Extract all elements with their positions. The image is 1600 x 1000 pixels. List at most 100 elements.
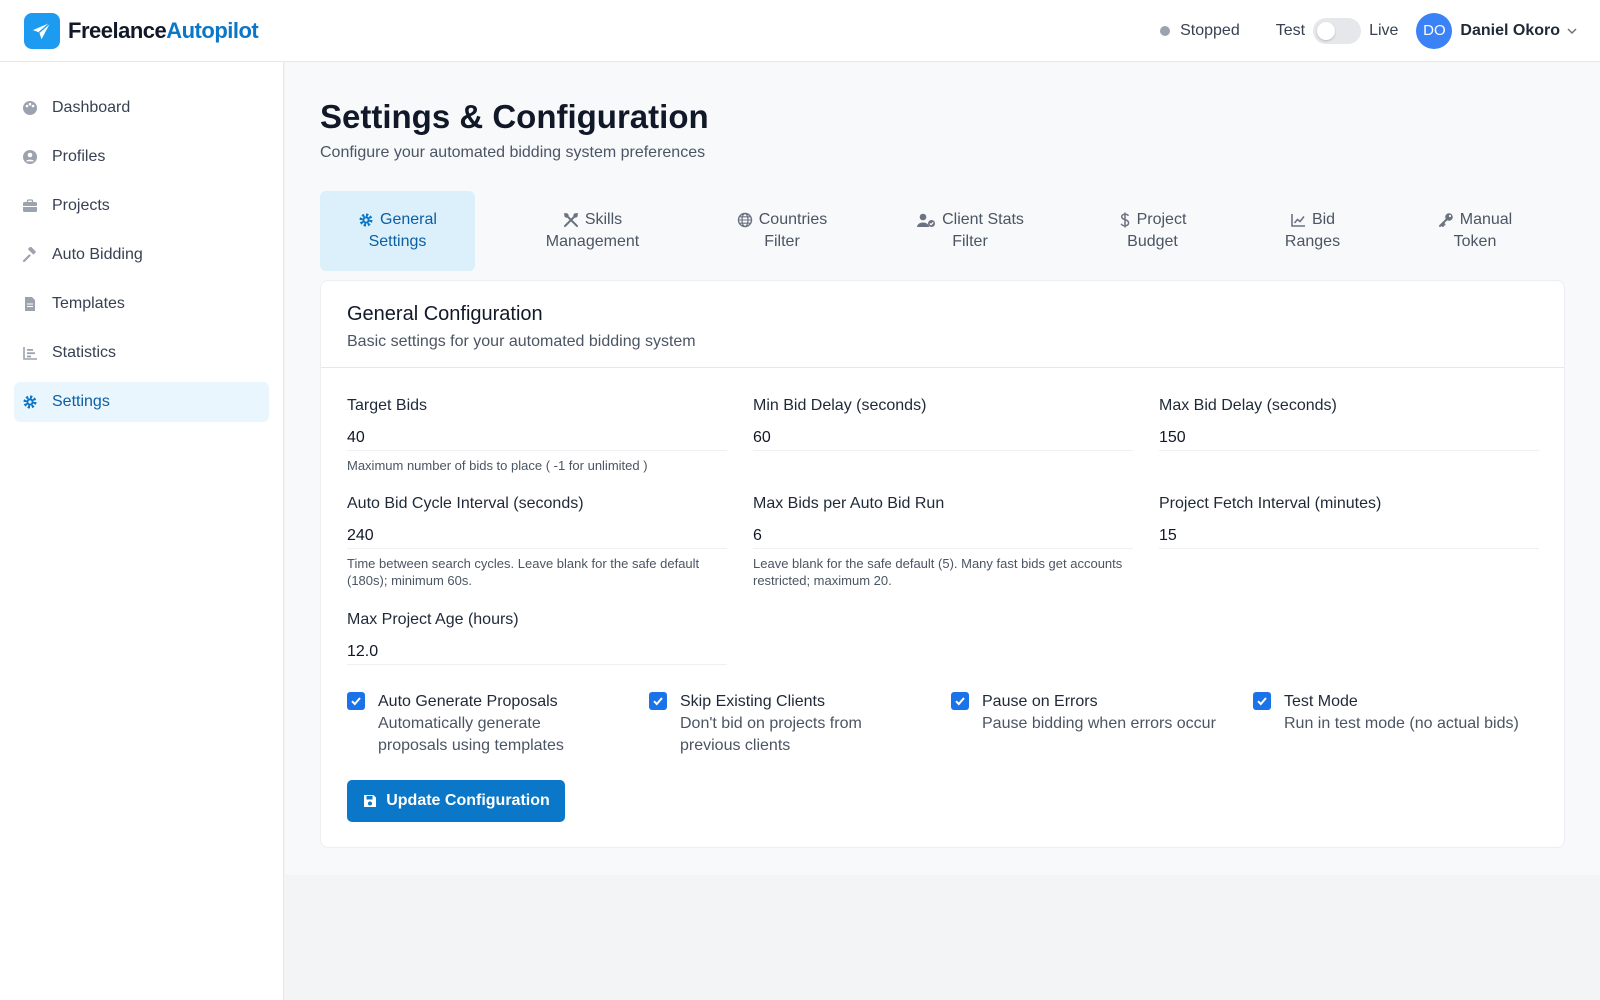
update-button-label: Update Configuration <box>386 792 550 809</box>
target-bids-field: Target Bids Maximum number of bids to pl… <box>347 397 727 474</box>
sidebar-item-label: Dashboard <box>52 99 131 116</box>
brand-name-part2: Autopilot <box>166 17 259 43</box>
tab-label-line2: Budget <box>1127 233 1178 250</box>
max-bid-delay-field: Max Bid Delay (seconds) <box>1159 397 1539 451</box>
project-fetch-interval-field: Project Fetch Interval (minutes) <box>1159 495 1539 549</box>
user-name[interactable]: Daniel Okoro <box>1460 22 1560 40</box>
brand-name: FreelanceAutopilot <box>68 17 259 44</box>
field-help: Maximum number of bids to place ( -1 for… <box>347 458 648 473</box>
min-bid-delay-field: Min Bid Delay (seconds) <box>753 397 1133 451</box>
toggle-knob <box>1317 21 1336 40</box>
tab-label-line1: Client Stats <box>942 211 1024 228</box>
tab-bid-ranges[interactable]: Bid Ranges <box>1260 191 1365 271</box>
paper-plane-icon <box>24 12 60 49</box>
file-icon <box>22 296 38 312</box>
gavel-icon <box>22 247 38 263</box>
project-fetch-interval-input[interactable] <box>1159 521 1539 549</box>
field-label: Target Bids <box>347 397 428 414</box>
tools-icon <box>563 212 579 228</box>
min-bid-delay-input[interactable] <box>753 423 1133 451</box>
check-text: Pause on Errors Pause bidding when error… <box>982 691 1216 735</box>
sidebar-item-label: Profiles <box>52 148 106 165</box>
check-title: Pause on Errors <box>982 693 1098 710</box>
page-subtitle: Configure your automated bidding system … <box>320 144 706 161</box>
tab-label-line1: Countries <box>758 211 828 228</box>
max-project-age-input[interactable] <box>347 637 727 665</box>
sidebar-item-settings[interactable]: Settings <box>14 382 269 422</box>
auto-generate-proposals-check[interactable]: Auto Generate Proposals Automatically ge… <box>347 691 607 757</box>
auto-bid-cycle-field: Auto Bid Cycle Interval (seconds) Time b… <box>347 495 727 589</box>
mode-toggle[interactable] <box>1313 17 1362 44</box>
palette-icon <box>22 100 38 116</box>
tab-countries-filter[interactable]: Countries Filter <box>717 191 847 271</box>
dollar-icon <box>1119 212 1131 228</box>
field-label: Min Bid Delay (seconds) <box>753 397 927 414</box>
check-desc: Pause bidding when errors occur <box>982 715 1216 732</box>
sidebar-item-dashboard[interactable]: Dashboard <box>14 88 269 128</box>
sidebar-item-templates[interactable]: Templates <box>14 284 269 324</box>
tab-skills-management[interactable]: Skills Management <box>520 191 665 271</box>
tab-label-line1: Skills <box>584 211 623 228</box>
sidebar-item-profiles[interactable]: Profiles <box>14 137 269 177</box>
tab-label-line2: Filter <box>764 233 800 250</box>
check-text: Skip Existing Clients Don't bid on proje… <box>680 691 919 757</box>
test-mode-check[interactable]: Test Mode Run in test mode (no actual bi… <box>1253 691 1553 735</box>
skip-existing-clients-check[interactable]: Skip Existing Clients Don't bid on proje… <box>649 691 919 757</box>
bar-chart-icon <box>22 345 38 361</box>
update-configuration-button[interactable]: Update Configuration <box>347 780 565 822</box>
field-help: Leave blank for the safe default (5). Ma… <box>753 556 1123 588</box>
tab-project-budget[interactable]: Project Budget <box>1095 191 1210 271</box>
mode-live-label: Live <box>1369 21 1399 39</box>
tab-label-line2: Settings <box>368 233 427 250</box>
checkbox[interactable] <box>347 692 365 710</box>
tab-label-line1: General <box>380 211 437 228</box>
field-label: Max Bids per Auto Bid Run <box>753 495 945 512</box>
tab-label-line2: Filter <box>952 233 988 250</box>
checkbox[interactable] <box>649 692 667 710</box>
max-bid-delay-input[interactable] <box>1159 423 1539 451</box>
gear-icon <box>22 394 38 410</box>
tab-general-settings[interactable]: General Settings <box>320 191 475 271</box>
tab-manual-token[interactable]: Manual Token <box>1420 191 1530 271</box>
mode-test-label: Test <box>1275 21 1306 39</box>
main-content: Settings & Configuration Configure your … <box>285 62 1600 875</box>
check-title: Test Mode <box>1284 693 1358 710</box>
checkbox[interactable] <box>1253 692 1271 710</box>
check-desc: Automatically generate proposals using t… <box>378 715 564 754</box>
check-text: Test Mode Run in test mode (no actual bi… <box>1284 691 1519 735</box>
sidebar-item-auto-bidding[interactable]: Auto Bidding <box>14 235 269 275</box>
tab-label-line2: Token <box>1453 233 1497 250</box>
general-config-card: General Configuration Basic settings for… <box>320 280 1565 848</box>
chevron-down-icon[interactable] <box>1566 25 1578 37</box>
brand-name-part1: Freelance <box>68 17 167 43</box>
avatar[interactable]: DO <box>1416 12 1453 49</box>
sidebar-item-label: Projects <box>52 197 110 214</box>
page-title: Settings & Configuration <box>320 98 709 135</box>
max-bids-per-run-input[interactable] <box>753 521 1133 549</box>
sidebar-item-projects[interactable]: Projects <box>14 186 269 226</box>
sidebar-item-statistics[interactable]: Statistics <box>14 333 269 373</box>
sidebar: Dashboard Profiles Projects Auto Bidding… <box>0 62 284 1000</box>
check-title: Auto Generate Proposals <box>378 693 558 710</box>
user-circle-icon <box>22 149 38 165</box>
field-label: Max Project Age (hours) <box>347 611 519 628</box>
brand-logo[interactable]: FreelanceAutopilot <box>24 12 259 49</box>
tab-label-line2: Management <box>545 233 640 250</box>
tab-label-line1: Bid <box>1311 211 1336 228</box>
save-icon <box>362 793 378 809</box>
briefcase-icon <box>22 198 38 214</box>
tab-client-stats-filter[interactable]: Client Stats Filter <box>890 191 1050 271</box>
field-label: Project Fetch Interval (minutes) <box>1159 495 1382 512</box>
sidebar-item-label: Templates <box>52 295 125 312</box>
max-project-age-field: Max Project Age (hours) <box>347 611 727 665</box>
max-bids-per-run-field: Max Bids per Auto Bid Run Leave blank fo… <box>753 495 1133 589</box>
settings-tabs: General Settings Skills Management Count… <box>320 191 1550 271</box>
status-dot <box>1160 25 1171 36</box>
checkbox[interactable] <box>951 692 969 710</box>
check-title: Skip Existing Clients <box>680 693 825 710</box>
check-desc: Run in test mode (no actual bids) <box>1284 715 1519 732</box>
pause-on-errors-check[interactable]: Pause on Errors Pause bidding when error… <box>951 691 1231 735</box>
auto-bid-cycle-input[interactable] <box>347 521 727 549</box>
target-bids-input[interactable] <box>347 423 727 451</box>
user-check-icon <box>916 212 936 228</box>
